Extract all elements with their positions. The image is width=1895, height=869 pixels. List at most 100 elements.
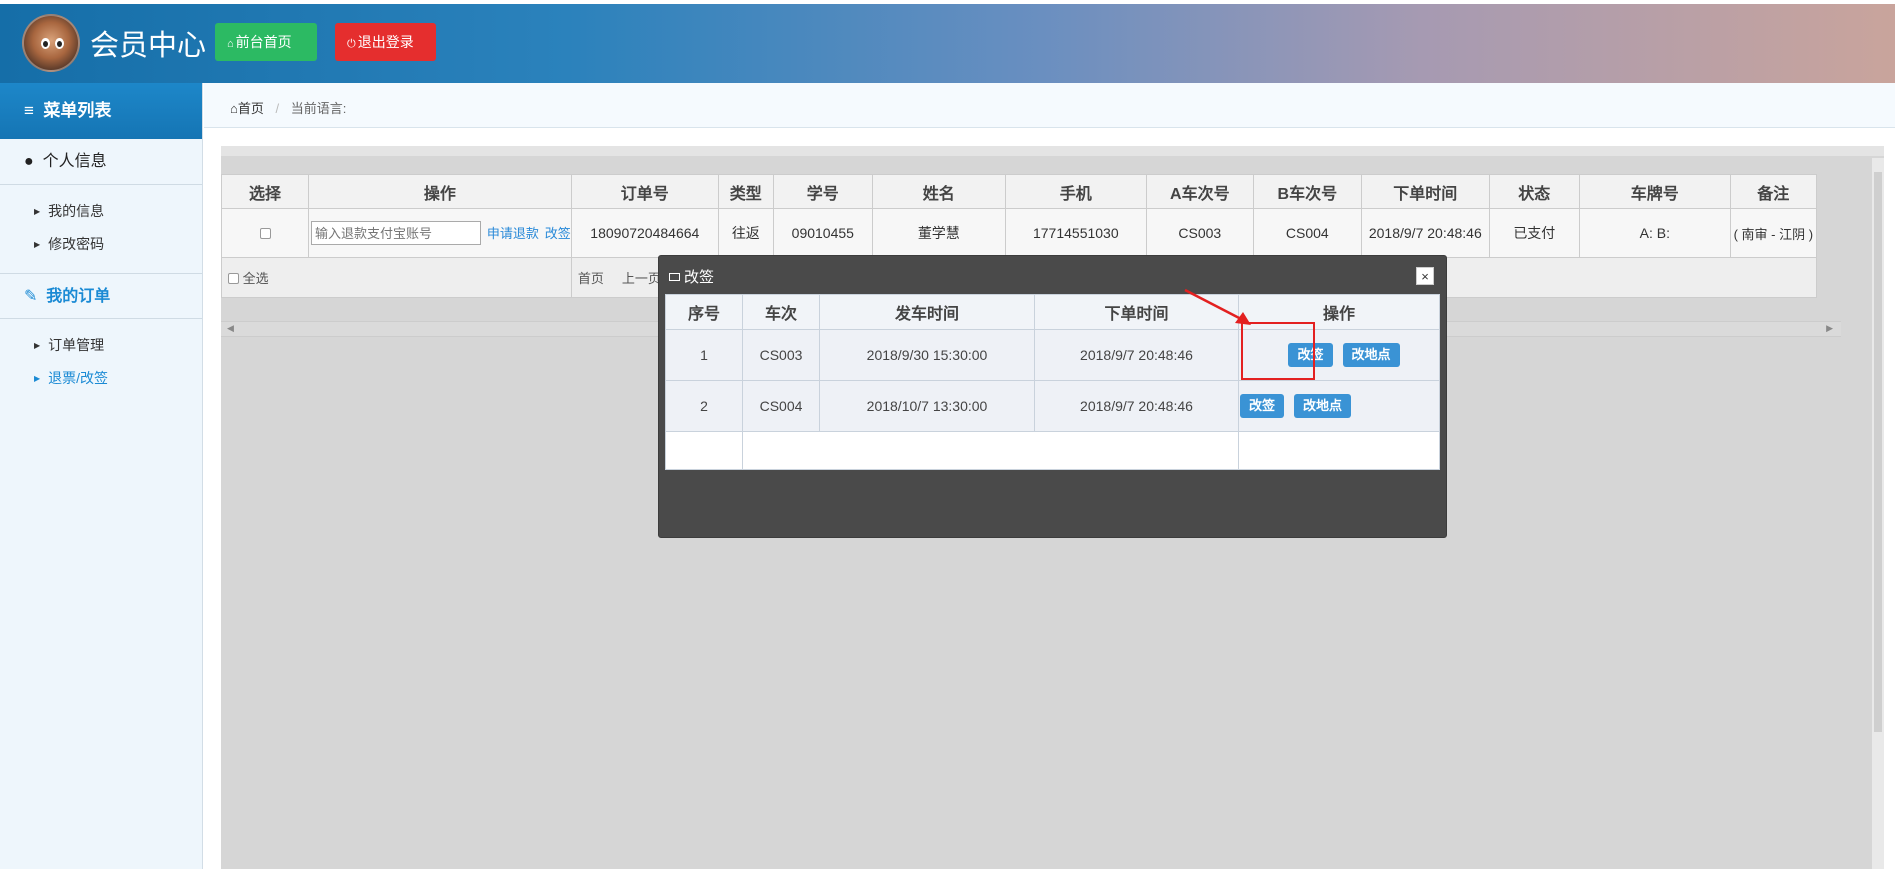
dialog-table-header: 序号 车次 发车时间 下单时间 操作 bbox=[665, 294, 1440, 330]
home-icon: ⌂ bbox=[227, 38, 234, 50]
sidebar-item-label: 退票/改签 bbox=[48, 370, 109, 386]
table-row: 申请退款 改签 18090720484664 往返 09010455 董学慧 1… bbox=[221, 208, 1817, 258]
scroll-left-icon[interactable]: ◀ bbox=[227, 323, 234, 334]
col-header: 发车时间 bbox=[819, 294, 1035, 330]
power-icon: ⏻ bbox=[347, 38, 356, 50]
col-header: 姓名 bbox=[871, 174, 1006, 209]
empty-cell bbox=[665, 431, 743, 470]
col-header: 备注 bbox=[1729, 174, 1817, 209]
row-actions-cell: 申请退款 改签 bbox=[308, 208, 572, 258]
breadcrumb-current-language: 当前语言: bbox=[290, 101, 347, 116]
col-header: 车牌号 bbox=[1578, 174, 1731, 209]
edit-icon: ✎ bbox=[24, 288, 38, 305]
sidebar-section-orders[interactable]: ✎ 我的订单 bbox=[0, 273, 202, 319]
cell-depart-time: 2018/9/30 15:30:00 bbox=[819, 329, 1035, 381]
change-button[interactable]: 改签 bbox=[1240, 394, 1285, 418]
top-header: 会员中心 ⌂ 前台首页 ⏻ 退出登录 bbox=[0, 4, 1895, 83]
sidebar-item-change-password[interactable]: ▶ 修改密码 bbox=[0, 228, 202, 261]
first-page-link[interactable]: 首页 bbox=[578, 271, 604, 286]
refund-account-input[interactable] bbox=[311, 221, 481, 245]
vertical-scroll-thumb[interactable] bbox=[1874, 172, 1882, 732]
scroll-right-icon[interactable]: ▶ bbox=[1826, 323, 1833, 334]
dialog-title: 改签 bbox=[669, 266, 714, 287]
cell-index: 2 bbox=[665, 380, 743, 432]
cell-order-time: 2018/9/7 20:48:46 bbox=[1034, 329, 1239, 381]
vertical-scrollbar[interactable] bbox=[1872, 158, 1884, 869]
row-checkbox[interactable] bbox=[259, 228, 271, 239]
col-header: 状态 bbox=[1488, 174, 1580, 209]
content-top-strip bbox=[221, 146, 1884, 156]
user-icon: ● bbox=[24, 153, 34, 170]
apply-refund-link[interactable]: 申请退款 bbox=[487, 226, 539, 241]
caret-right-icon: ▶ bbox=[34, 240, 41, 249]
empty-cell bbox=[1238, 431, 1440, 470]
cell-phone: 17714551030 bbox=[1004, 208, 1147, 258]
sidebar-item-label: 修改密码 bbox=[48, 236, 105, 252]
close-icon[interactable]: × bbox=[1416, 267, 1434, 285]
cell-name: 董学慧 bbox=[871, 208, 1006, 258]
col-header: B车次号 bbox=[1252, 174, 1362, 209]
change-place-button[interactable]: 改地点 bbox=[1294, 394, 1352, 418]
logout-button-label: 退出登录 bbox=[357, 34, 414, 50]
cell-train: CS003 bbox=[742, 329, 820, 381]
table-row-empty bbox=[665, 431, 1440, 470]
empty-cell bbox=[742, 431, 1239, 470]
sidebar-orders-list: ▶ 订单管理 ▶ 退票/改签 bbox=[0, 319, 202, 407]
change-ticket-dialog: 改签 × 序号 车次 发车时间 下单时间 操作 1 CS003 2018/9/3… bbox=[658, 255, 1447, 538]
cell-status: 已支付 bbox=[1488, 208, 1580, 258]
logout-button[interactable]: ⏻ 退出登录 bbox=[335, 23, 436, 61]
menu-list-label: 菜单列表 bbox=[43, 101, 112, 120]
col-header: 订单号 bbox=[570, 174, 719, 209]
col-header: A车次号 bbox=[1145, 174, 1254, 209]
caret-right-icon: ▶ bbox=[34, 207, 41, 216]
change-place-button[interactable]: 改地点 bbox=[1342, 343, 1400, 367]
cell-order-time: 2018/9/7 20:48:46 bbox=[1360, 208, 1490, 258]
cell-train-b: CS004 bbox=[1252, 208, 1362, 258]
cell-train: CS004 bbox=[742, 380, 820, 432]
col-header: 选择 bbox=[221, 174, 309, 209]
caret-right-icon: ▶ bbox=[34, 341, 41, 350]
breadcrumb-bar: ⌂首页 / 当前语言: bbox=[204, 83, 1895, 128]
prev-page-link[interactable]: 上一页 bbox=[622, 271, 661, 286]
cell-type: 往返 bbox=[717, 208, 774, 258]
cell-train-a: CS003 bbox=[1145, 208, 1254, 258]
select-all-label[interactable]: 全选 bbox=[243, 271, 269, 286]
orders-table-header: 选择 操作 订单号 类型 学号 姓名 手机 A车次号 B车次号 下单时间 状态 … bbox=[221, 174, 1817, 209]
cell-remark: ( 南审 - 江阴 ) bbox=[1729, 208, 1817, 258]
brand-title: 会员中心 bbox=[90, 28, 207, 62]
footer-select-all-cell: 全选 bbox=[221, 257, 572, 298]
cell-order-time: 2018/9/7 20:48:46 bbox=[1034, 380, 1239, 432]
col-header: 序号 bbox=[665, 294, 743, 330]
sidebar-section-personal-label: 个人信息 bbox=[42, 153, 107, 170]
annotation-highlight-box bbox=[1241, 322, 1315, 380]
table-row: 1 CS003 2018/9/30 15:30:00 2018/9/7 20:4… bbox=[665, 329, 1440, 381]
sidebar-item-label: 订单管理 bbox=[48, 337, 105, 353]
sidebar-section-orders-label: 我的订单 bbox=[46, 288, 111, 305]
home-button[interactable]: ⌂ 前台首页 bbox=[215, 23, 317, 61]
sidebar-section-personal[interactable]: ● 个人信息 bbox=[0, 139, 202, 185]
avatar bbox=[22, 14, 80, 72]
dialog-title-label: 改签 bbox=[684, 269, 715, 286]
col-header: 下单时间 bbox=[1360, 174, 1490, 209]
select-all-checkbox[interactable] bbox=[228, 273, 239, 284]
cell-plate: A: B: bbox=[1578, 208, 1731, 258]
col-header: 操作 bbox=[308, 174, 572, 209]
window-icon bbox=[669, 273, 680, 281]
sidebar-item-order-management[interactable]: ▶ 订单管理 bbox=[0, 329, 202, 362]
col-header: 类型 bbox=[717, 174, 774, 209]
col-header: 车次 bbox=[742, 294, 820, 330]
cell-index: 1 bbox=[665, 329, 743, 381]
menu-list-header[interactable]: ≡ 菜单列表 bbox=[0, 83, 202, 139]
sidebar-item-refund-change[interactable]: ▶ 退票/改签 bbox=[0, 362, 202, 395]
breadcrumb: ⌂首页 / 当前语言: bbox=[230, 98, 346, 117]
sidebar-item-my-info[interactable]: ▶ 我的信息 bbox=[0, 195, 202, 228]
cell-student-no: 09010455 bbox=[772, 208, 873, 258]
breadcrumb-home[interactable]: 首页 bbox=[238, 101, 264, 116]
home-button-label: 前台首页 bbox=[235, 34, 292, 50]
col-header: 学号 bbox=[772, 174, 873, 209]
row-select-cell bbox=[221, 208, 309, 258]
menu-icon: ≡ bbox=[24, 101, 34, 120]
sidebar-item-label: 我的信息 bbox=[48, 203, 105, 219]
col-header: 手机 bbox=[1004, 174, 1147, 209]
change-ticket-link[interactable]: 改签 bbox=[545, 226, 571, 241]
